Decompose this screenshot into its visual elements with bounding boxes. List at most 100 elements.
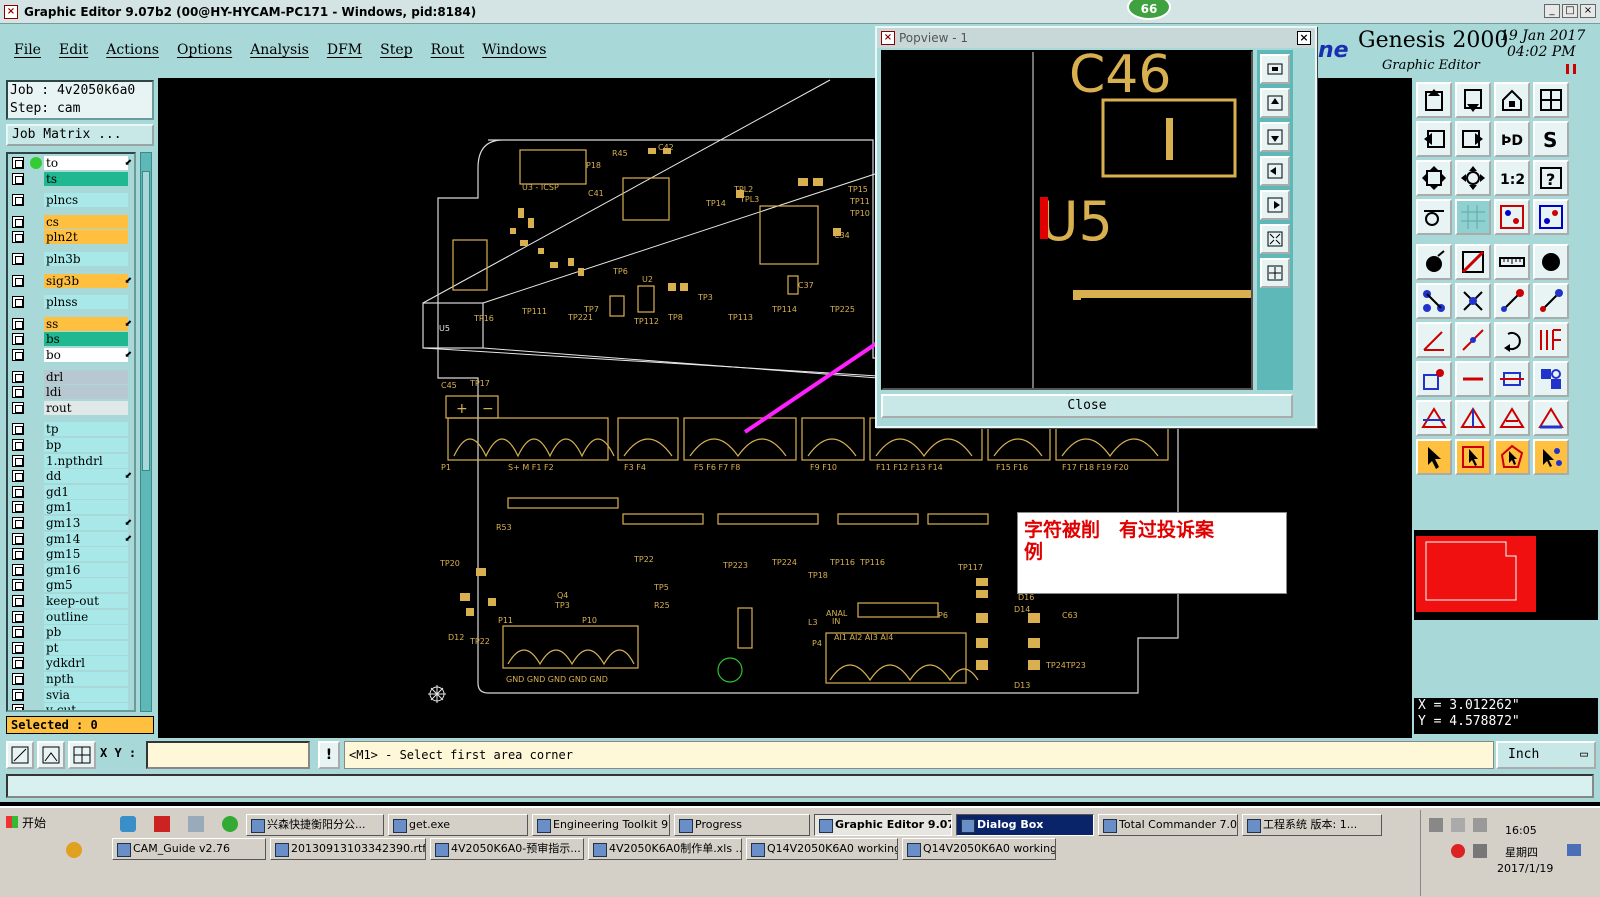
layer-row[interactable]: bo ⬋ bbox=[10, 348, 132, 362]
pads-blue-icon[interactable] bbox=[1533, 361, 1569, 397]
triangle-red-2-icon[interactable] bbox=[1455, 400, 1491, 436]
layer-checkbox[interactable] bbox=[12, 485, 24, 498]
network-icon[interactable] bbox=[1473, 818, 1487, 832]
layer-row[interactable]: dd ⬋ bbox=[10, 469, 132, 484]
help-icon[interactable]: ? bbox=[1533, 160, 1569, 196]
layer-row[interactable]: tp bbox=[10, 422, 132, 437]
layer-checkbox[interactable] bbox=[12, 657, 24, 670]
layer-checkbox[interactable] bbox=[12, 673, 24, 685]
layer-checkbox[interactable] bbox=[12, 194, 24, 207]
layer-checkbox[interactable] bbox=[12, 501, 24, 514]
layer-checkbox[interactable] bbox=[12, 370, 24, 383]
calculator-icon[interactable] bbox=[188, 816, 204, 832]
layer-checkbox[interactable] bbox=[12, 439, 24, 451]
layer-red-icon[interactable] bbox=[1494, 199, 1530, 235]
cross-node-icon[interactable] bbox=[1455, 283, 1491, 319]
tray-icon-1[interactable] bbox=[1429, 818, 1443, 832]
menu-options[interactable]: Options bbox=[177, 42, 232, 58]
connect-red-icon[interactable] bbox=[1494, 283, 1530, 319]
layer-row[interactable]: gm13 ⬋ bbox=[10, 516, 132, 530]
menu-step[interactable]: Step bbox=[380, 42, 412, 58]
zoom-area-icon[interactable] bbox=[6, 741, 34, 769]
layer-blue-icon[interactable] bbox=[1533, 199, 1569, 235]
layer-row[interactable]: cs bbox=[10, 214, 132, 229]
layer-checkbox[interactable] bbox=[12, 172, 24, 185]
taskbar-button[interactable]: CAM_Guide v2.76 bbox=[112, 838, 266, 860]
popview-pan-left-icon[interactable] bbox=[1260, 156, 1290, 186]
pan-right-icon[interactable] bbox=[1455, 121, 1491, 157]
layer-checkbox[interactable] bbox=[12, 595, 24, 607]
layer-row[interactable]: plncs bbox=[10, 193, 132, 208]
taskbar-button[interactable]: 兴森快捷衡阳分公... bbox=[246, 814, 384, 836]
zoom-center-icon[interactable] bbox=[1455, 160, 1491, 196]
popview-close-x[interactable]: × bbox=[1297, 31, 1311, 45]
menu-analysis[interactable]: Analysis bbox=[250, 42, 309, 58]
layer-row[interactable]: gm5 bbox=[10, 578, 132, 593]
layer-checkbox[interactable] bbox=[12, 704, 24, 710]
layer-row[interactable]: gm16 bbox=[10, 562, 132, 577]
menu-actions[interactable]: Actions bbox=[106, 42, 159, 58]
pad-tool-icon[interactable] bbox=[1416, 244, 1452, 280]
job-matrix-button[interactable]: Job Matrix ... bbox=[6, 124, 154, 146]
layer-checkbox[interactable] bbox=[12, 579, 24, 592]
layer-checkbox[interactable] bbox=[12, 231, 24, 244]
mirror-icon[interactable]: ÞD bbox=[1494, 121, 1530, 157]
layer-checkbox[interactable] bbox=[12, 333, 24, 346]
layer-row[interactable]: rout bbox=[10, 400, 132, 415]
layer-checkbox[interactable] bbox=[12, 274, 24, 287]
pause-icon[interactable] bbox=[1566, 64, 1576, 74]
popview-close-button[interactable]: Close bbox=[881, 394, 1293, 418]
volume-icon[interactable] bbox=[1473, 844, 1487, 858]
layer-row[interactable]: bs bbox=[10, 332, 132, 347]
overview-minimap[interactable] bbox=[1414, 530, 1598, 620]
alert-button[interactable]: ! bbox=[318, 741, 340, 769]
menu-dfm[interactable]: DFM bbox=[327, 42, 362, 58]
layer-row[interactable]: gm14 ⬋ bbox=[10, 531, 132, 546]
zoom-fit-icon[interactable] bbox=[1416, 160, 1452, 196]
minus-line-icon[interactable] bbox=[1455, 361, 1491, 397]
pad-corner-icon[interactable] bbox=[1416, 361, 1452, 397]
tray-icon-2[interactable] bbox=[1451, 818, 1465, 832]
measure-span-icon[interactable] bbox=[1494, 361, 1530, 397]
show-desktop-icon[interactable] bbox=[1567, 844, 1581, 856]
layer-checkbox[interactable] bbox=[12, 517, 24, 529]
triangle-red-4-icon[interactable] bbox=[1533, 400, 1569, 436]
minimize-button[interactable]: _ bbox=[1544, 4, 1560, 18]
layer-checkbox[interactable] bbox=[12, 688, 24, 701]
layer-checkbox[interactable] bbox=[12, 215, 24, 228]
taskbar-button[interactable]: 4V2050K6A0制作单.xls ... bbox=[588, 838, 742, 860]
layer-row[interactable]: gm1 bbox=[10, 500, 132, 515]
close-window-button[interactable]: × bbox=[1580, 4, 1596, 18]
start-button[interactable]: 开始 bbox=[2, 812, 52, 834]
taskbar-button[interactable]: Graphic Editor 9.07... bbox=[814, 814, 952, 836]
menu-file[interactable]: File bbox=[14, 42, 41, 58]
layer-checkbox[interactable] bbox=[12, 317, 24, 330]
menu-windows[interactable]: Windows bbox=[482, 42, 546, 58]
tray-red-icon[interactable] bbox=[1451, 844, 1465, 858]
layer-row[interactable]: svia bbox=[10, 687, 132, 702]
taskbar-button[interactable]: Q14V2050K6A0 working ... bbox=[746, 838, 898, 860]
layer-row[interactable]: ts bbox=[10, 171, 132, 186]
popview-zoom-in-icon[interactable] bbox=[1260, 258, 1290, 288]
layer-row[interactable]: bp bbox=[10, 438, 132, 452]
taskbar-button[interactable]: Dialog Box bbox=[956, 814, 1094, 836]
layer-row[interactable]: v-cut bbox=[10, 703, 132, 710]
layer-row[interactable]: keep-out bbox=[10, 594, 132, 608]
node-blue-icon[interactable] bbox=[1416, 283, 1452, 319]
layer-row[interactable]: pb bbox=[10, 625, 132, 640]
layer-scrollbar[interactable] bbox=[140, 152, 152, 712]
triangle-red-1-icon[interactable] bbox=[1416, 400, 1452, 436]
ruler-icon[interactable] bbox=[1494, 244, 1530, 280]
rotate-icon[interactable] bbox=[1494, 322, 1530, 358]
select-box-icon[interactable] bbox=[1455, 439, 1491, 475]
taskbar-button[interactable]: Q14V2050K6A0 working ... bbox=[902, 838, 1056, 860]
select-arrow-icon[interactable] bbox=[1416, 439, 1452, 475]
zoom-home-icon[interactable] bbox=[1416, 82, 1452, 118]
layer-row[interactable]: ldi bbox=[10, 385, 132, 400]
layer-checkbox[interactable] bbox=[12, 626, 24, 639]
layer-row[interactable]: plnss bbox=[10, 295, 132, 310]
scrollbar-thumb[interactable] bbox=[142, 171, 150, 471]
taskbar-button[interactable]: 工程系统 版本: 1... bbox=[1242, 814, 1382, 836]
line-tool-icon[interactable] bbox=[1455, 244, 1491, 280]
popview-zoom-view[interactable]: C46 U5 bbox=[881, 50, 1253, 390]
